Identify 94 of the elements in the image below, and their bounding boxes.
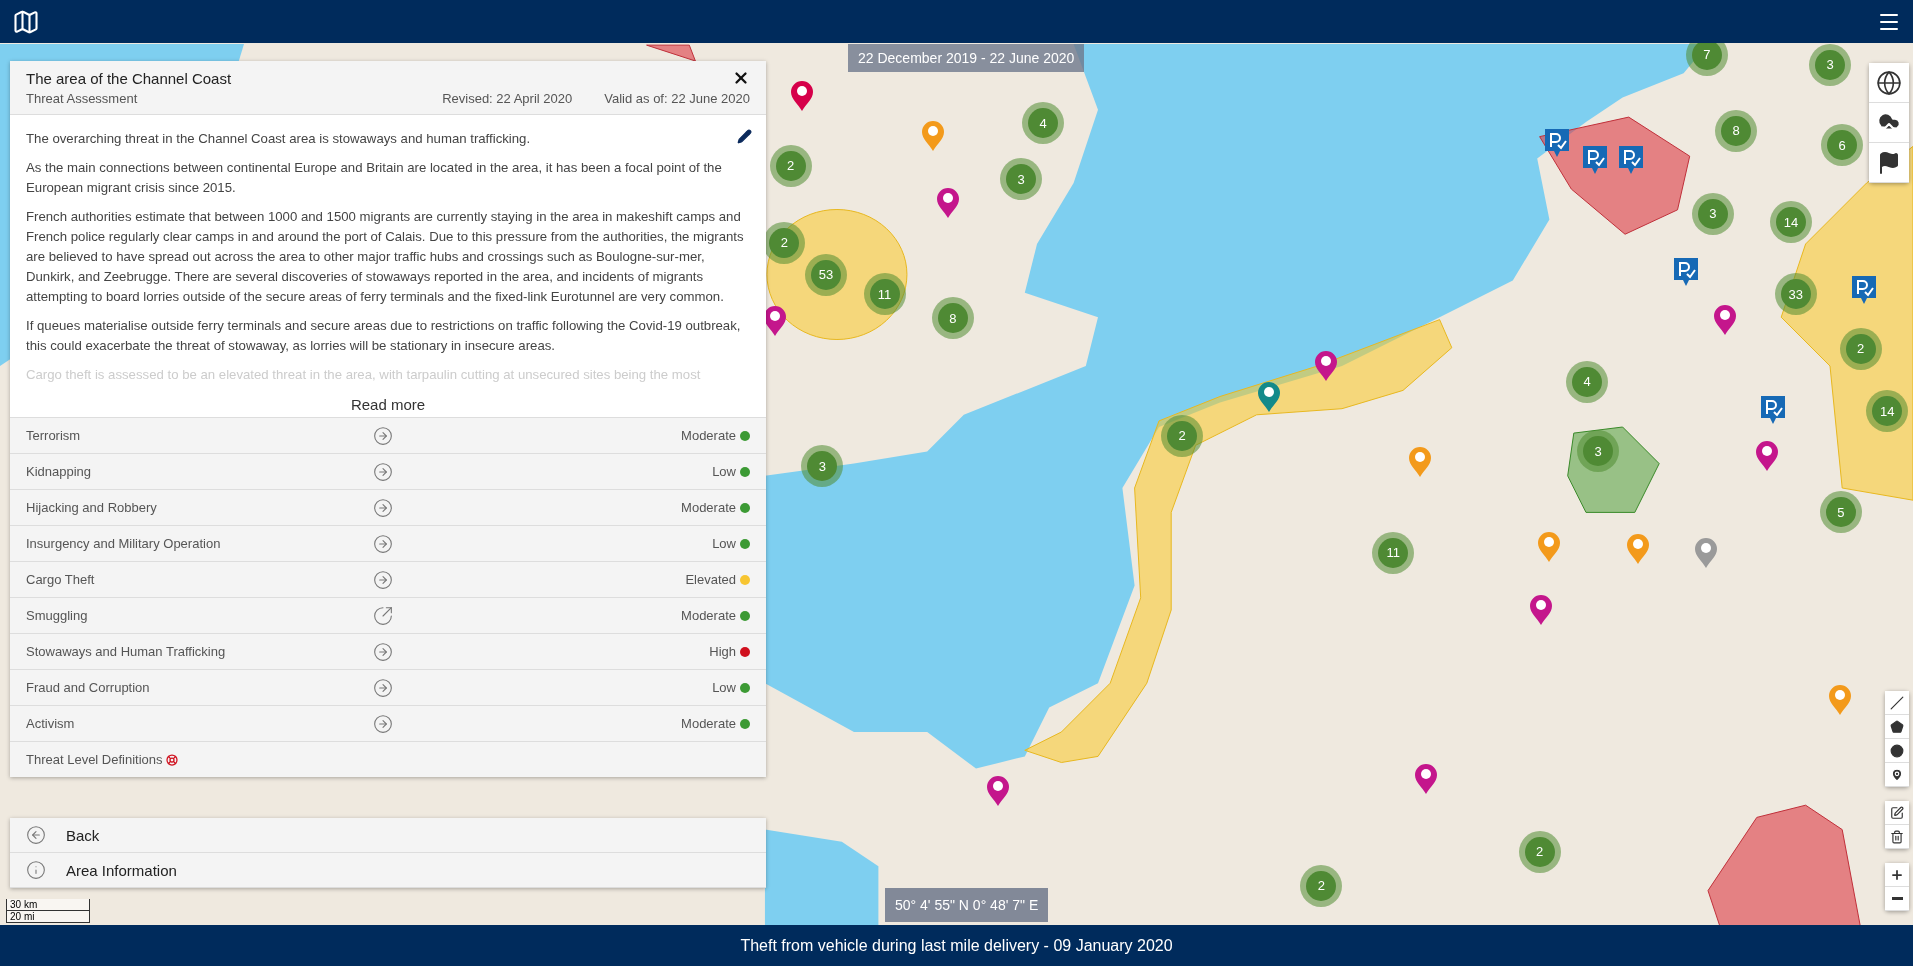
threat-name: Hijacking and Robbery	[26, 500, 158, 515]
assessment-paragraph: French authorities estimate that between 1000 and 1500 migrants are currently staying in the area in makeshift camps and French police regularly clear camps in and around the port of Calais. Due to this pressure from the authorities, the migrants are believed to have spread out across the area to other major traffic hubs and crossings such as Boulogne-sur-mer, Dunkirk, and Zeebrugge. There are several discoveries of stowaways reported in the area, and incidents of migrants attempting to board lorries outside of the secure areas of ferry terminals and the fixed-link Eurotunnel are very common.	[26, 208, 745, 306]
upload-button[interactable]	[1869, 103, 1909, 143]
map-pin-icon[interactable]	[1528, 594, 1553, 627]
date-range-label: 22 December 2019 - 22 June 2020	[848, 44, 1085, 72]
edit-icon	[1890, 805, 1904, 820]
zoom-out-button[interactable]	[1885, 887, 1909, 911]
revised-date: Revised: 22 April 2020	[442, 91, 573, 106]
threat-name: Insurgency and Military Operation	[26, 536, 222, 551]
threat-row[interactable]: Cargo Theft Elevated	[10, 561, 766, 597]
zoom-in-button[interactable]	[1885, 863, 1909, 887]
threat-zone[interactable]	[1567, 426, 1660, 513]
threat-row[interactable]: Hijacking and Robbery Moderate	[10, 489, 766, 525]
delete-layers-button[interactable]	[1885, 825, 1909, 849]
threat-row[interactable]: Terrorism Moderate	[10, 417, 766, 453]
threat-level: Elevated	[685, 572, 736, 587]
threat-level: Low	[712, 680, 736, 695]
scale-label: 20 mi	[6, 911, 90, 923]
nav-item[interactable]: Area Information	[10, 853, 766, 888]
definitions-link[interactable]: Threat Level Definitions	[26, 752, 163, 767]
threat-name: Smuggling	[26, 608, 89, 623]
arrow-right-icon[interactable]	[373, 497, 393, 518]
parking-marker-icon[interactable]	[1618, 144, 1645, 175]
panel-title: The area of the Channel Coast	[26, 69, 232, 87]
threat-row[interactable]: Smuggling Moderate	[10, 597, 766, 633]
coordinates-label: 50° 4' 55" N 0° 48' 7" E	[885, 888, 1049, 922]
threat-level: Moderate	[681, 716, 736, 731]
arrow-right-icon[interactable]	[373, 641, 393, 662]
close-icon[interactable]	[732, 69, 750, 87]
threat-level: Low	[712, 464, 736, 479]
globe-button[interactable]	[1869, 63, 1909, 103]
assessment-paragraph: If queues materialise outside ferry terminals and secure areas due to restrictions on traffic following the Covid-19 outbreak, this could exacerbate the threat of stowaway, as lorries will be stationary in insecure areas.	[26, 317, 742, 355]
arrow-right-icon[interactable]	[373, 677, 393, 698]
scale-label: 30 km	[6, 899, 90, 911]
marker-icon	[1890, 767, 1904, 782]
threat-level: Moderate	[681, 500, 736, 515]
pentagon-icon	[1890, 719, 1904, 734]
valid-date: Valid as of: 22 June 2020	[604, 91, 750, 106]
info-icon	[26, 860, 46, 880]
threat-name: Terrorism	[26, 428, 82, 443]
map-pin-icon[interactable]	[1754, 439, 1779, 472]
draw-polygon-button[interactable]	[1885, 715, 1909, 739]
threat-row[interactable]: Insurgency and Military Operation Low	[10, 525, 766, 561]
plus-icon	[1890, 867, 1904, 882]
assessment-paragraph: As the main connections between continental Europe and Britain are located in the area, it has been a focal point of the European migrant crisis since 2015.	[26, 159, 723, 197]
nav-item[interactable]: Back	[10, 818, 766, 853]
threat-name: Stowaways and Human Trafficking	[26, 644, 227, 659]
threat-name: Fraud and Corruption	[26, 680, 151, 695]
map-pin-icon[interactable]	[1256, 380, 1281, 413]
assessment-paragraph: The overarching threat in the Channel Coast area is stowaways and human trafficking.	[26, 130, 532, 148]
status-bar: Theft from vehicle during last mile delivery - 09 January 2020	[0, 925, 1913, 966]
minus-icon	[1891, 897, 1903, 900]
threat-level: High	[709, 644, 736, 659]
threat-level: Low	[712, 536, 736, 551]
map-pin-icon[interactable]	[1414, 762, 1439, 795]
circle-icon	[1890, 743, 1904, 758]
edit-layers-button[interactable]	[1885, 801, 1909, 825]
parking-marker-icon[interactable]	[1851, 275, 1878, 306]
threat-level: Moderate	[681, 608, 736, 623]
threat-level: Moderate	[681, 428, 736, 443]
arrow-right-icon[interactable]	[373, 461, 393, 482]
draw-circle-button[interactable]	[1885, 739, 1909, 763]
arrow-right-icon[interactable]	[373, 425, 393, 446]
threat-row[interactable]: Stowaways and Human Trafficking High	[10, 633, 766, 669]
globe-icon	[1876, 69, 1902, 96]
map-pin-icon[interactable]	[789, 79, 814, 112]
arrow-up-right-icon[interactable]	[373, 605, 393, 626]
draw-marker-button[interactable]	[1885, 763, 1909, 787]
map-pin-icon[interactable]	[1713, 304, 1738, 337]
arrow-right-icon[interactable]	[373, 713, 393, 734]
flag-icon	[1877, 150, 1901, 175]
parking-marker-icon[interactable]	[1581, 144, 1608, 175]
threat-row[interactable]: Activism Moderate	[10, 705, 766, 741]
line-icon	[1890, 695, 1904, 710]
threat-name: Activism	[26, 716, 76, 731]
parking-marker-icon[interactable]	[1759, 394, 1786, 425]
arrow-right-icon[interactable]	[373, 533, 393, 554]
parking-marker-icon[interactable]	[1543, 127, 1570, 158]
map-pin-icon[interactable]	[1693, 537, 1718, 570]
parking-marker-icon[interactable]	[1673, 256, 1700, 287]
arrow-right-icon[interactable]	[373, 569, 393, 590]
lifebuoy-icon[interactable]	[165, 753, 178, 766]
map-pin-icon[interactable]	[1314, 350, 1339, 383]
edit-icon[interactable]	[737, 129, 752, 144]
threat-name: Kidnapping	[26, 464, 93, 479]
trash-icon	[1890, 829, 1904, 844]
threat-row[interactable]: Fraud and Corruption Low	[10, 669, 766, 705]
threat-row[interactable]: Kidnapping Low	[10, 453, 766, 489]
map-pin-icon[interactable]	[985, 775, 1010, 807]
back-icon	[26, 825, 46, 845]
panel-subtitle: Threat Assessment	[26, 91, 138, 106]
threat-name: Cargo Theft	[26, 572, 96, 587]
map-pin-icon[interactable]	[935, 186, 960, 219]
flag-button[interactable]	[1869, 143, 1909, 183]
